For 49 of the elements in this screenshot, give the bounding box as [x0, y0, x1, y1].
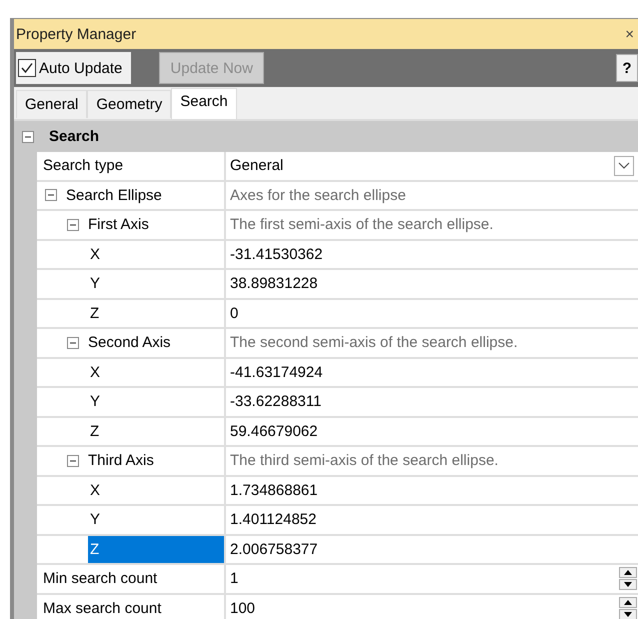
- property-name[interactable]: Y: [88, 388, 104, 416]
- dropdown-button[interactable]: [614, 156, 634, 176]
- property-description: The third semi-axis of the search ellipse.: [230, 452, 498, 470]
- tab[interactable]: Geometry: [87, 90, 172, 118]
- triangle-down-icon: [624, 612, 632, 616]
- property-value[interactable]: -41.63174924: [230, 364, 323, 381]
- spin-up-button[interactable]: [619, 596, 637, 608]
- property-value[interactable]: 2.006758377: [230, 540, 318, 558]
- triangle-up-icon: [624, 600, 632, 604]
- window-title: Property Manager: [16, 26, 136, 42]
- spin-down-button[interactable]: [619, 608, 637, 619]
- property-name[interactable]: Y: [88, 506, 104, 534]
- property-value[interactable]: 0: [230, 304, 238, 322]
- property-name[interactable]: X: [88, 240, 104, 268]
- collapse-icon[interactable]: [67, 336, 79, 349]
- property-value[interactable]: 38.89831228: [230, 275, 318, 292]
- section-title: Search: [49, 128, 100, 145]
- property-value[interactable]: 59.46679062: [230, 422, 318, 440]
- property-name[interactable]: X: [88, 358, 104, 386]
- property-description: The second semi-axis of the search ellipse.: [230, 334, 518, 352]
- triangle-down-icon: [624, 582, 632, 587]
- property-name[interactable]: X: [88, 476, 104, 504]
- property-value[interactable]: 1: [230, 570, 238, 588]
- collapse-icon[interactable]: [67, 454, 79, 467]
- chevron-down-icon: [618, 162, 630, 170]
- property-value[interactable]: 100: [230, 600, 256, 617]
- check-icon: [21, 62, 33, 74]
- collapse-icon[interactable]: [45, 189, 57, 202]
- spin-up-button[interactable]: [619, 567, 637, 578]
- help-button[interactable]: ?: [616, 54, 638, 82]
- property-value[interactable]: -31.41530362: [230, 246, 323, 263]
- property-description: The first semi-axis of the search ellipse.: [230, 216, 494, 234]
- property-value[interactable]: 1.734868861: [230, 482, 318, 499]
- tab[interactable]: General: [16, 90, 88, 118]
- property-value[interactable]: General: [230, 157, 284, 174]
- close-button[interactable]: ×: [625, 26, 634, 42]
- spin-down-button[interactable]: [619, 579, 637, 590]
- collapse-icon[interactable]: [22, 130, 34, 142]
- tab[interactable]: Search: [171, 88, 237, 119]
- property-name[interactable]: Z: [88, 418, 102, 445]
- property-name[interactable]: Y: [88, 270, 104, 298]
- property-name[interactable]: Z: [88, 536, 224, 563]
- property-description: Axes for the search ellipse: [230, 186, 406, 204]
- property-name[interactable]: Z: [88, 300, 102, 327]
- property-value[interactable]: 1.401124852: [230, 511, 316, 528]
- collapse-icon[interactable]: [67, 218, 79, 231]
- property-value[interactable]: -33.62288311: [230, 393, 322, 410]
- auto-update-checkbox[interactable]: Auto Update: [16, 52, 132, 84]
- triangle-up-icon: [624, 570, 632, 575]
